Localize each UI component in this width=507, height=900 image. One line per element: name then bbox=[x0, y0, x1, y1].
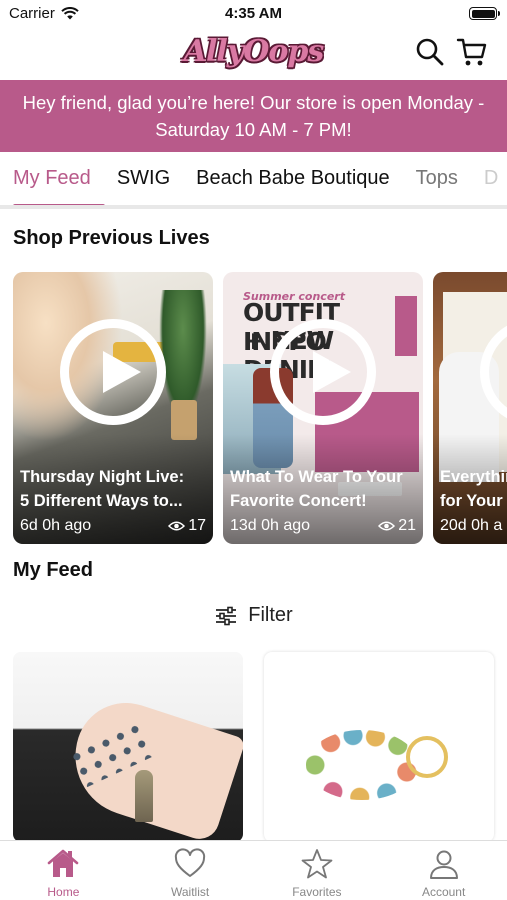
view-count: 17 bbox=[168, 517, 206, 535]
cart-icon[interactable] bbox=[456, 36, 488, 68]
live-card[interactable]: Summer concert OUTFIT INSPO + NEW DENIM … bbox=[223, 272, 423, 544]
heart-icon bbox=[174, 848, 206, 877]
category-tabs: My Feed SWIG Beach Babe Boutique Tops D bbox=[0, 152, 507, 209]
play-icon[interactable] bbox=[270, 319, 376, 425]
bottom-nav: Home Waitlist Favorites Account bbox=[0, 840, 507, 900]
live-title-line-2: Favorite Concert! bbox=[230, 492, 367, 510]
tab-my-feed[interactable]: My Feed bbox=[0, 152, 105, 205]
search-icon[interactable] bbox=[414, 36, 446, 68]
nav-favorites[interactable]: Favorites bbox=[254, 841, 381, 900]
live-title-line-1: Everythin bbox=[440, 468, 507, 486]
live-title-line-1: Thursday Night Live: bbox=[20, 468, 185, 486]
live-title-line-2: 5 Different Ways to... bbox=[20, 492, 183, 510]
tab-overflow[interactable]: D bbox=[471, 152, 507, 205]
view-count: 21 bbox=[378, 517, 416, 535]
star-icon bbox=[301, 849, 333, 879]
battery-icon bbox=[469, 7, 500, 20]
shop-previous-lives-title: Shop Previous Lives bbox=[13, 227, 210, 249]
live-title-line-1: What To Wear To Your bbox=[230, 468, 403, 486]
banner-line-1: Hey friend, glad you’re here! Our store … bbox=[22, 92, 485, 113]
tab-tops[interactable]: Tops bbox=[403, 152, 471, 205]
my-feed-title: My Feed bbox=[13, 559, 94, 581]
nav-account-label: Account bbox=[421, 885, 466, 899]
filter-button[interactable]: Filter bbox=[0, 604, 507, 627]
tab-beach-babe-boutique[interactable]: Beach Babe Boutique bbox=[183, 152, 403, 205]
eye-icon bbox=[168, 521, 186, 531]
live-age: 20d 0h a bbox=[440, 517, 503, 534]
clock: 4:35 AM bbox=[225, 5, 282, 22]
account-icon bbox=[429, 850, 458, 879]
live-card[interactable]: Thursday Night Live: 5 Different Ways to… bbox=[13, 272, 213, 544]
live-card[interactable]: Everythin for Your 20d 0h a bbox=[433, 272, 507, 544]
thumb-release-tag bbox=[395, 296, 417, 356]
live-age: 6d 0h ago bbox=[20, 517, 92, 534]
view-count-value: 21 bbox=[398, 517, 416, 534]
nav-account[interactable]: Account bbox=[380, 841, 507, 900]
previous-lives-carousel[interactable]: Thursday Night Live: 5 Different Ways to… bbox=[13, 272, 507, 544]
live-title-line-2: for Your bbox=[440, 492, 503, 510]
product-card[interactable] bbox=[13, 652, 243, 842]
live-age: 13d 0h ago bbox=[230, 517, 311, 534]
app-header: AllyOops bbox=[0, 28, 507, 78]
nav-home-label: Home bbox=[47, 885, 80, 899]
tab-swig[interactable]: SWIG bbox=[104, 152, 183, 205]
banner-line-2: Saturday 10 AM - 7 PM! bbox=[155, 119, 352, 140]
product-card[interactable] bbox=[264, 652, 494, 842]
view-count-value: 17 bbox=[188, 517, 206, 534]
nav-waitlist-label: Waitlist bbox=[171, 885, 210, 899]
play-icon[interactable] bbox=[60, 319, 166, 425]
nav-home[interactable]: Home bbox=[0, 841, 127, 900]
live-title: What To Wear To Your Favorite Concert! bbox=[230, 465, 420, 513]
filter-label: Filter bbox=[248, 604, 293, 626]
sliders-icon bbox=[216, 606, 237, 625]
live-title: Thursday Night Live: 5 Different Ways to… bbox=[20, 465, 210, 513]
status-bar: Carrier 4:35 AM bbox=[0, 0, 507, 28]
eye-icon bbox=[378, 521, 396, 531]
live-title: Everythin for Your bbox=[440, 465, 507, 513]
nav-waitlist[interactable]: Waitlist bbox=[127, 841, 254, 900]
nav-favorites-label: Favorites bbox=[292, 885, 342, 899]
announcement-banner: Hey friend, glad you’re here! Our store … bbox=[0, 80, 507, 152]
home-icon bbox=[48, 849, 79, 877]
